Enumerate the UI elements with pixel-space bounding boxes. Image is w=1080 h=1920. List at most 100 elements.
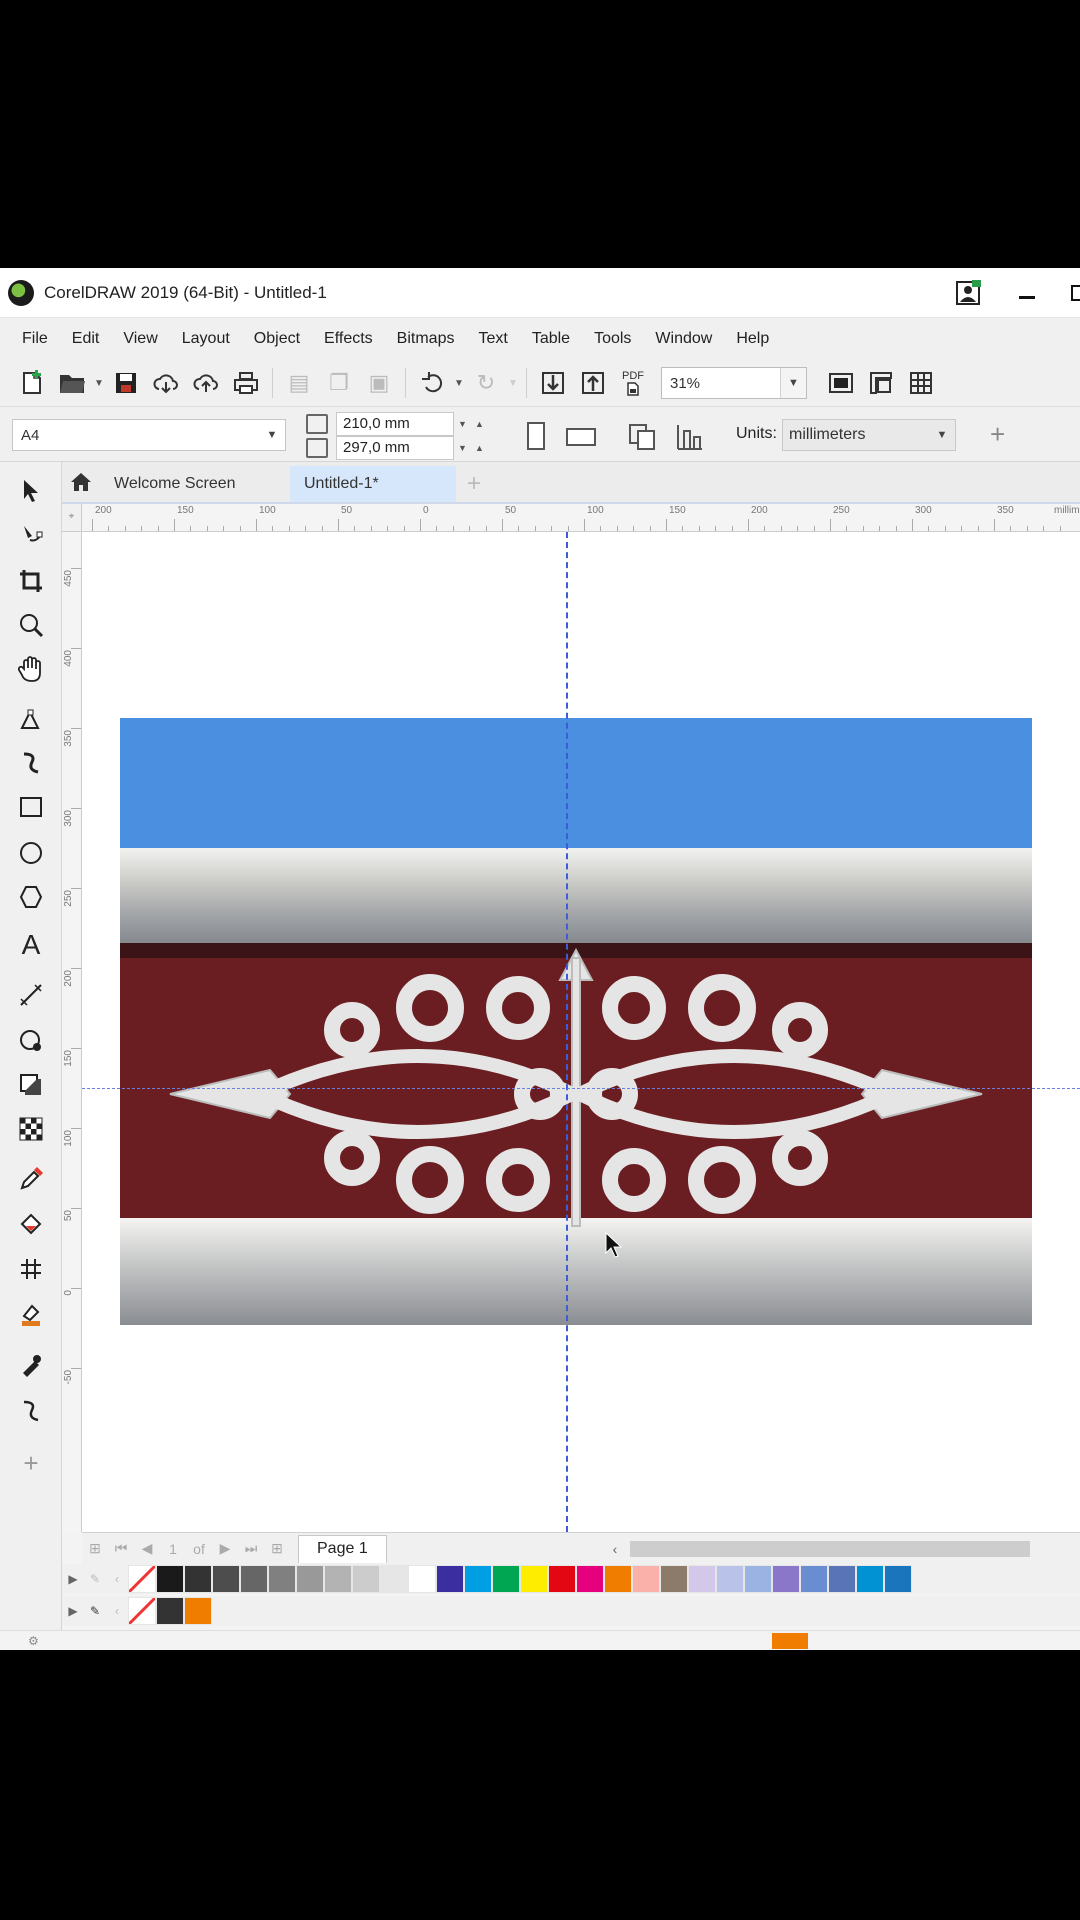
color-swatch[interactable]	[688, 1565, 716, 1593]
all-pages-icon[interactable]	[626, 421, 660, 456]
mesh-fill-tool-icon[interactable]	[10, 1250, 52, 1288]
paste-icon[interactable]: ▣	[359, 365, 399, 401]
menu-view[interactable]: View	[111, 330, 169, 348]
color-swatch[interactable]	[408, 1565, 436, 1593]
color-swatch[interactable]	[212, 1565, 240, 1593]
ellipse-tool-icon[interactable]	[10, 834, 52, 872]
color-swatch[interactable]	[184, 1597, 212, 1625]
pan-tool-icon[interactable]	[10, 650, 52, 688]
show-rulers-icon[interactable]	[861, 365, 901, 401]
menu-help[interactable]: Help	[724, 330, 781, 348]
ornament-photo[interactable]	[120, 718, 1032, 1325]
status-fill-swatch[interactable]	[772, 1633, 808, 1649]
color-swatch[interactable]	[828, 1565, 856, 1593]
text-tool-icon[interactable]: A	[10, 926, 52, 964]
insert-page-after-icon[interactable]: ⊞	[264, 1540, 290, 1557]
drop-shadow-tool-icon[interactable]	[10, 1066, 52, 1104]
no-color-swatch[interactable]	[128, 1565, 156, 1593]
units-combo[interactable]: millimeters ▼	[782, 419, 956, 451]
home-icon[interactable]	[62, 462, 100, 502]
menu-window[interactable]: Window	[643, 330, 724, 348]
color-swatch[interactable]	[380, 1565, 408, 1593]
palette-scroll-left-icon[interactable]: ‹	[106, 1604, 128, 1618]
color-swatch[interactable]	[604, 1565, 632, 1593]
menu-bitmaps[interactable]: Bitmaps	[385, 330, 467, 348]
freehand-tool-icon[interactable]	[10, 700, 52, 738]
connector-tool-icon[interactable]	[10, 1022, 52, 1060]
chevron-down-icon[interactable]: ▼	[780, 368, 806, 398]
next-page-icon[interactable]: ▶	[212, 1540, 238, 1557]
scrollbar-thumb[interactable]	[630, 1541, 1030, 1557]
color-swatch[interactable]	[744, 1565, 772, 1593]
smart-fill-tool-icon[interactable]	[10, 1296, 52, 1334]
current-page-number[interactable]: 1	[160, 1541, 186, 1557]
interactive-fill-tool-icon[interactable]	[10, 1206, 52, 1244]
drawing-canvas[interactable]	[82, 532, 1080, 1532]
page-height-field[interactable]: 297,0 mm	[336, 436, 454, 460]
height-spinner-icon[interactable]: ▼ ▲	[454, 443, 488, 453]
color-swatch[interactable]	[800, 1565, 828, 1593]
last-page-icon[interactable]: ⏭	[238, 1540, 264, 1557]
color-swatch[interactable]	[184, 1565, 212, 1593]
scroll-left-icon[interactable]: ‹	[602, 1541, 628, 1557]
copy-icon[interactable]: ❐	[319, 365, 359, 401]
cloud-upload-icon[interactable]	[186, 365, 226, 401]
color-swatch[interactable]	[464, 1565, 492, 1593]
color-swatch[interactable]	[716, 1565, 744, 1593]
full-screen-preview-icon[interactable]	[821, 365, 861, 401]
ruler-origin[interactable]: ⌖	[62, 504, 82, 532]
menu-edit[interactable]: Edit	[60, 330, 112, 348]
add-tab-button[interactable]: +	[456, 466, 496, 502]
tab-welcome-screen[interactable]: Welcome Screen	[100, 466, 290, 502]
new-document-icon[interactable]	[12, 365, 52, 401]
open-dropdown-icon[interactable]: ▼	[92, 378, 106, 389]
vertical-ruler[interactable]: 450 400 350 300 250 200 150 100 50 0 -50	[62, 532, 82, 1532]
color-swatch[interactable]	[324, 1565, 352, 1593]
color-swatch[interactable]	[660, 1565, 688, 1593]
pick-tool-icon[interactable]	[10, 472, 52, 510]
add-preset-icon[interactable]: +	[990, 419, 1005, 450]
current-page-icon[interactable]	[674, 421, 706, 456]
horizontal-guideline[interactable]	[82, 1088, 1080, 1089]
show-grid-icon[interactable]	[901, 365, 941, 401]
cut-icon[interactable]: ▤	[279, 365, 319, 401]
color-swatch[interactable]	[576, 1565, 604, 1593]
palette-expand-icon[interactable]: ▶	[62, 1572, 84, 1586]
color-swatch[interactable]	[352, 1565, 380, 1593]
color-swatch[interactable]	[240, 1565, 268, 1593]
portrait-icon[interactable]	[520, 421, 552, 456]
menu-effects[interactable]: Effects	[312, 330, 385, 348]
color-swatch[interactable]	[156, 1597, 184, 1625]
export-icon[interactable]	[573, 365, 613, 401]
smart-drawing-tool-icon[interactable]	[10, 1392, 52, 1430]
color-swatch[interactable]	[548, 1565, 576, 1593]
palette-scroll-left-icon[interactable]: ‹	[106, 1572, 128, 1586]
zoom-tool-icon[interactable]	[10, 606, 52, 644]
page-width-field[interactable]: 210,0 mm	[336, 412, 454, 436]
undo-dropdown-icon[interactable]: ▼	[452, 378, 466, 389]
horizontal-scrollbar[interactable]	[630, 1541, 1030, 1557]
page-size-combo[interactable]: A4 ▼	[12, 419, 286, 451]
document-eyedropper-icon[interactable]: ✎	[84, 1604, 106, 1618]
cloud-download-icon[interactable]	[146, 365, 186, 401]
menu-object[interactable]: Object	[242, 330, 312, 348]
insert-page-before-icon[interactable]: ⊞	[82, 1540, 108, 1557]
menu-tools[interactable]: Tools	[582, 330, 643, 348]
artistic-media-tool-icon[interactable]	[10, 744, 52, 782]
menu-table[interactable]: Table	[520, 330, 582, 348]
landscape-icon[interactable]	[564, 421, 598, 456]
palette-eyedropper-icon[interactable]: ✎	[84, 1572, 106, 1586]
zoom-level-combo[interactable]: 31% ▼	[661, 367, 807, 399]
publish-pdf-icon[interactable]: PDF	[613, 365, 653, 401]
print-icon[interactable]	[226, 365, 266, 401]
color-swatch[interactable]	[156, 1565, 184, 1593]
save-icon[interactable]	[106, 365, 146, 401]
open-folder-icon[interactable]	[52, 365, 92, 401]
previous-page-icon[interactable]: ◀	[134, 1540, 160, 1557]
first-page-icon[interactable]: ⏮	[108, 1540, 134, 1557]
minimize-button[interactable]	[1010, 276, 1044, 310]
polygon-tool-icon[interactable]	[10, 878, 52, 916]
color-swatch[interactable]	[884, 1565, 912, 1593]
color-swatch[interactable]	[772, 1565, 800, 1593]
account-icon[interactable]	[950, 276, 986, 310]
